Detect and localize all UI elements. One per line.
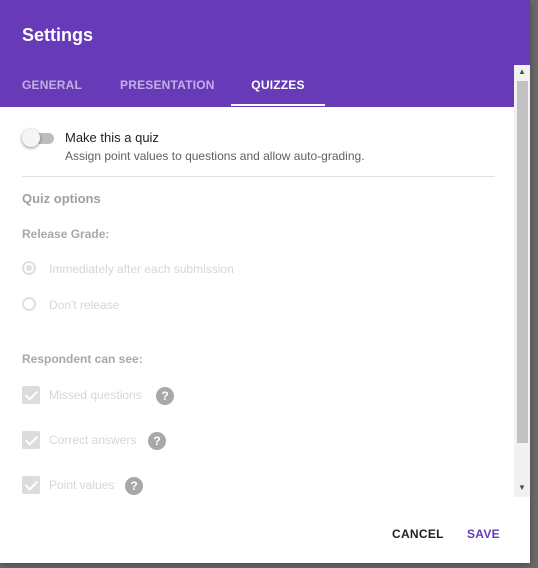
radio-dont-release[interactable] (22, 297, 36, 311)
divider (22, 176, 495, 177)
checkbox-missed-questions[interactable] (22, 386, 40, 404)
make-quiz-toggle[interactable] (22, 129, 54, 147)
quiz-options-title: Quiz options (22, 191, 101, 206)
dialog-title: Settings (22, 25, 94, 45)
scrollbar[interactable]: ▲ ▼ (514, 65, 530, 497)
make-quiz-description: Assign point values to questions and all… (65, 149, 365, 163)
toggle-thumb (22, 129, 40, 147)
scroll-down-icon[interactable]: ▼ (514, 481, 530, 495)
scroll-up-icon[interactable]: ▲ (514, 65, 530, 79)
tab-quizzes[interactable]: QUIZZES (231, 66, 325, 107)
checkbox-point-values[interactable] (22, 476, 40, 494)
dialog-header: Settings GENERAL PRESENTATION QUIZZES (0, 0, 530, 107)
help-icon[interactable]: ? (148, 432, 166, 450)
dialog-actions: CANCEL SAVE (0, 497, 530, 563)
make-quiz-label: Make this a quiz (65, 130, 159, 145)
checkbox-correct-answers-label: Correct answers (49, 433, 137, 447)
settings-dialog: Settings GENERAL PRESENTATION QUIZZES Ma… (0, 0, 530, 563)
checkbox-missed-questions-label: Missed questions (49, 388, 142, 402)
help-icon[interactable]: ? (156, 387, 174, 405)
checkbox-correct-answers[interactable] (22, 431, 40, 449)
tab-presentation[interactable]: PRESENTATION (120, 66, 214, 107)
radio-dont-release-label: Don't release (49, 298, 120, 312)
cancel-button[interactable]: CANCEL (392, 527, 444, 541)
release-grade-label: Release Grade: (22, 227, 110, 241)
help-icon[interactable]: ? (125, 477, 143, 495)
tab-general[interactable]: GENERAL (22, 66, 82, 107)
save-button[interactable]: SAVE (467, 527, 500, 541)
radio-immediately[interactable] (22, 261, 36, 275)
scrollbar-thumb[interactable] (517, 81, 528, 443)
tab-bar: GENERAL PRESENTATION QUIZZES (0, 66, 530, 107)
radio-immediately-label: Immediately after each submission (49, 262, 234, 276)
quizzes-panel: Make this a quiz Assign point values to … (0, 107, 514, 497)
respondent-can-see-label: Respondent can see: (22, 352, 143, 366)
checkbox-point-values-label: Point values (49, 478, 115, 492)
